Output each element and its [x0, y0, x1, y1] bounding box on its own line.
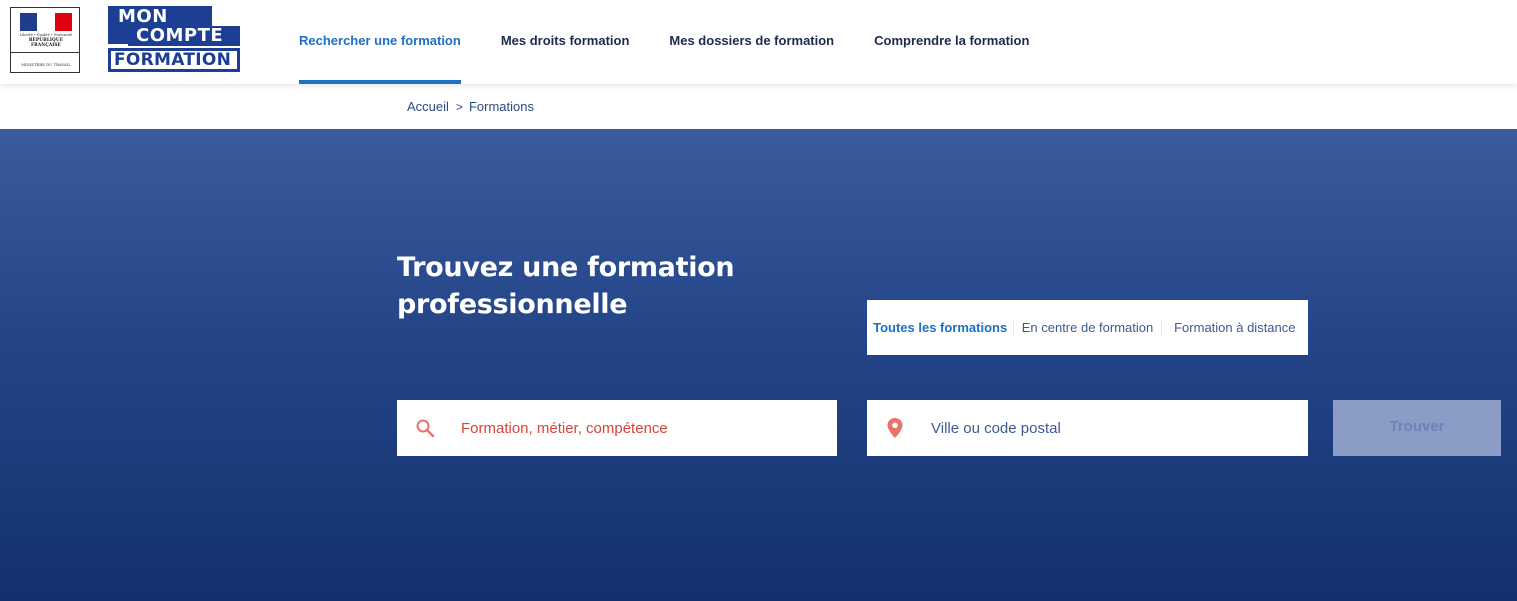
gov-divider — [11, 52, 79, 53]
nav-item-mes-dossiers[interactable]: Mes dossiers de formation — [669, 0, 834, 84]
marianne-flag-icon — [20, 13, 72, 31]
search-icon — [413, 416, 437, 440]
tab-en-centre-de-formation[interactable]: En centre de formation — [1013, 319, 1160, 336]
gov-ministry-name: MINISTÈRE DU TRAVAIL — [21, 62, 71, 67]
breadcrumb-current: Formations — [468, 99, 534, 114]
breadcrumb: Accueil > Formations — [407, 99, 534, 114]
search-hero: Trouvez une formation professionnelle To… — [0, 129, 1517, 601]
tab-formation-a-distance[interactable]: Formation à distance — [1160, 319, 1308, 336]
republique-francaise-logo[interactable]: Liberté • Égalité • Fraternité RÉPUBLIQU… — [10, 7, 80, 73]
tab-toutes-les-formations[interactable]: Toutes les formations — [867, 320, 1013, 336]
location-field — [867, 400, 1308, 456]
site-header: Liberté • Égalité • Fraternité RÉPUBLIQU… — [0, 0, 1517, 84]
nav-item-rechercher[interactable]: Rechercher une formation — [299, 0, 461, 84]
search-field — [397, 400, 837, 456]
mon-compte-formation-logo[interactable]: MON COMPTE FORMATION — [108, 6, 240, 72]
map-pin-icon — [883, 416, 907, 440]
nav-item-comprendre[interactable]: Comprendre la formation — [874, 0, 1029, 84]
brand-line-2: COMPTE — [128, 26, 240, 46]
chevron-right-icon: > — [455, 99, 463, 114]
trouver-button[interactable]: Trouver — [1333, 400, 1501, 456]
main-nav: Rechercher une formation Mes droits form… — [299, 0, 1069, 84]
breadcrumb-home-link[interactable]: Accueil — [407, 99, 449, 114]
page-title: Trouvez une formation professionnelle — [397, 252, 735, 320]
nav-item-mes-droits[interactable]: Mes droits formation — [501, 0, 630, 84]
breadcrumb-bar: Accueil > Formations — [0, 84, 1517, 129]
formation-type-tabs: Toutes les formations En centre de forma… — [867, 300, 1308, 355]
gov-republic-name: RÉPUBLIQUE FRANÇAISE — [28, 38, 64, 48]
search-input[interactable] — [461, 408, 801, 448]
brand-line-3: FORMATION — [108, 48, 240, 72]
location-input[interactable] — [931, 408, 1271, 448]
gov-motto: Liberté • Égalité • Fraternité — [19, 33, 73, 37]
